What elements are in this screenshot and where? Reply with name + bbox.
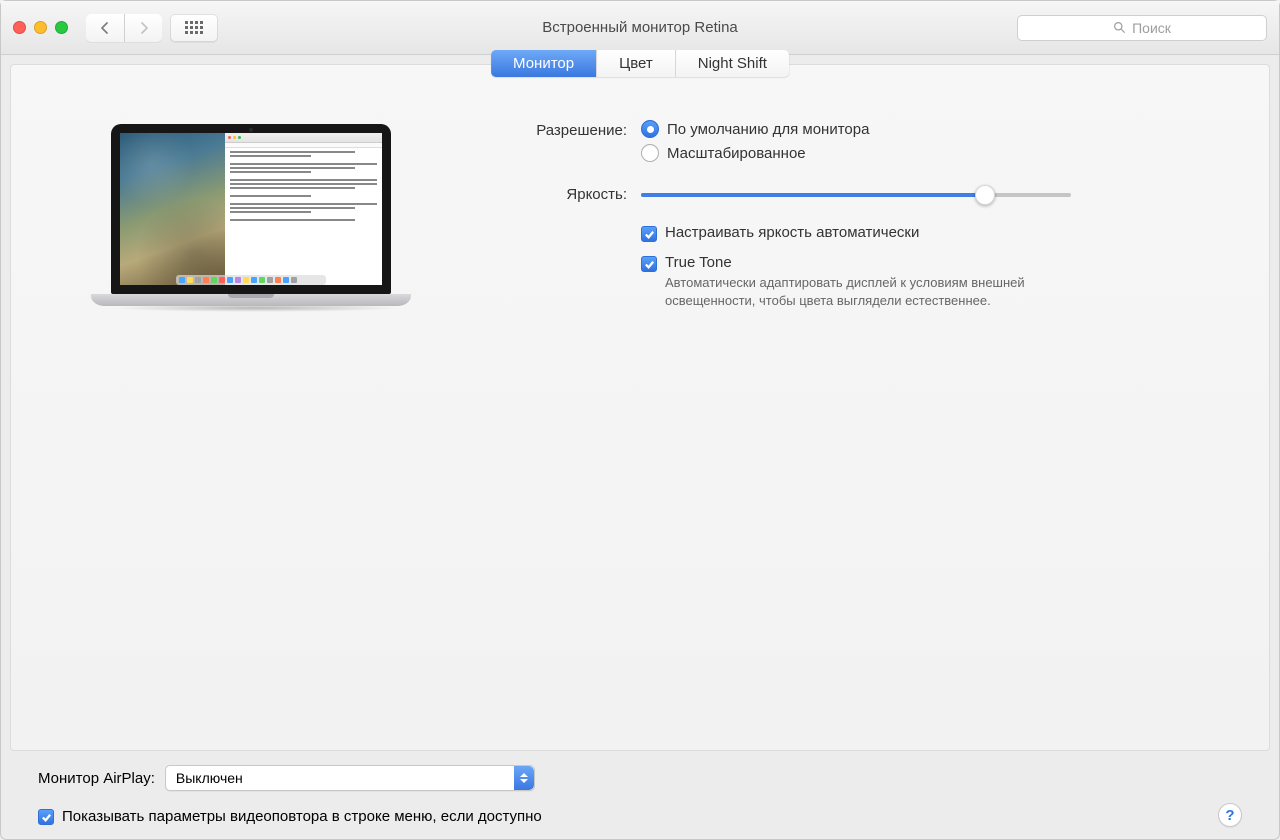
tab-color[interactable]: Цвет: [596, 50, 675, 77]
window-controls: [13, 21, 68, 34]
airplay-label: Монитор AirPlay:: [38, 770, 155, 787]
radio-unchecked-icon: [641, 144, 659, 162]
mirroring-label: Показывать параметры видеоповтора в стро…: [62, 808, 542, 825]
chevron-left-icon: [100, 21, 110, 35]
truetone-description: Автоматически адаптировать дисплей к усл…: [665, 274, 1095, 309]
show-all-button[interactable]: [170, 14, 218, 42]
bottom-controls: Монитор AirPlay: Выключен Показывать пар…: [10, 751, 1270, 825]
checkbox-checked-icon: [641, 226, 657, 242]
main-panel: Монитор Цвет Night Shift: [10, 64, 1270, 751]
titlebar: Встроенный монитор Retina Поиск: [1, 1, 1279, 55]
grid-icon: [185, 21, 203, 34]
search-input[interactable]: Поиск: [1017, 15, 1267, 41]
checkbox-checked-icon: [641, 256, 657, 272]
select-arrows-icon: [514, 766, 534, 790]
resolution-default-label: По умолчанию для монитора: [667, 121, 869, 138]
forward-button[interactable]: [124, 14, 162, 42]
brightness-label: Яркость:: [481, 184, 641, 206]
tab-nightshift[interactable]: Night Shift: [675, 50, 789, 77]
mirroring-checkbox[interactable]: [38, 809, 54, 825]
resolution-label: Разрешение:: [481, 120, 641, 168]
back-button[interactable]: [86, 14, 124, 42]
close-window-button[interactable]: [13, 21, 26, 34]
tab-monitor[interactable]: Монитор: [491, 50, 596, 77]
preferences-window: Встроенный монитор Retina Поиск Монитор …: [0, 0, 1280, 840]
minimize-window-button[interactable]: [34, 21, 47, 34]
truetone-label: True Tone: [665, 254, 1095, 271]
chevron-right-icon: [139, 21, 149, 35]
display-preview: [61, 120, 441, 331]
content: Монитор Цвет Night Shift: [1, 55, 1279, 839]
tab-bar: Монитор Цвет Night Shift: [491, 50, 789, 77]
nav-buttons: [86, 14, 162, 42]
laptop-icon: [111, 124, 391, 312]
truetone-checkbox[interactable]: True Tone Автоматически адаптировать дис…: [641, 254, 1219, 309]
resolution-scaled-label: Масштабированное: [667, 145, 806, 162]
zoom-window-button[interactable]: [55, 21, 68, 34]
brightness-slider[interactable]: [641, 184, 1071, 206]
resolution-scaled-option[interactable]: Масштабированное: [641, 144, 1219, 162]
search-icon: [1113, 21, 1126, 34]
radio-checked-icon: [641, 120, 659, 138]
airplay-value: Выключен: [176, 770, 243, 786]
auto-brightness-label: Настраивать яркость автоматически: [665, 224, 919, 241]
auto-brightness-checkbox[interactable]: Настраивать яркость автоматически: [641, 224, 1219, 242]
search-placeholder: Поиск: [1132, 20, 1171, 36]
settings-column: Разрешение: По умолчанию для монитора Ма…: [481, 120, 1219, 331]
help-button[interactable]: ?: [1218, 803, 1242, 827]
resolution-default-option[interactable]: По умолчанию для монитора: [641, 120, 1219, 138]
airplay-select[interactable]: Выключен: [165, 765, 535, 791]
